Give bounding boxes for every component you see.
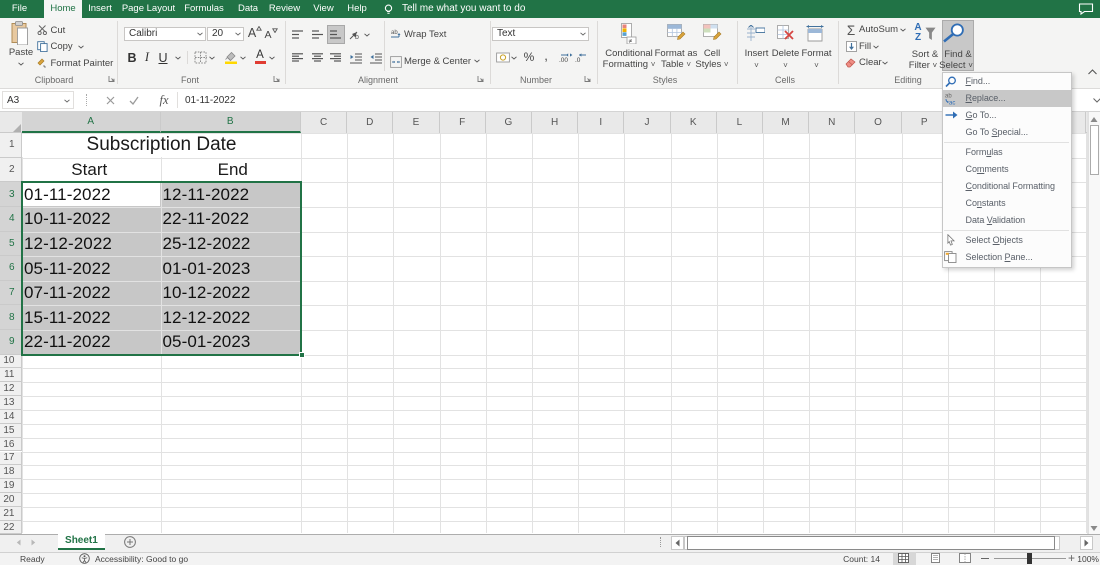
svg-text:ac: ac bbox=[949, 100, 955, 105]
svg-text:≠: ≠ bbox=[629, 38, 633, 44]
svg-text:.0: .0 bbox=[575, 57, 581, 63]
svg-text:ab: ab bbox=[391, 30, 398, 36]
svg-text:b: b bbox=[355, 34, 359, 40]
svg-text:ab: ab bbox=[945, 93, 952, 99]
svg-text:.00: .00 bbox=[559, 57, 568, 63]
